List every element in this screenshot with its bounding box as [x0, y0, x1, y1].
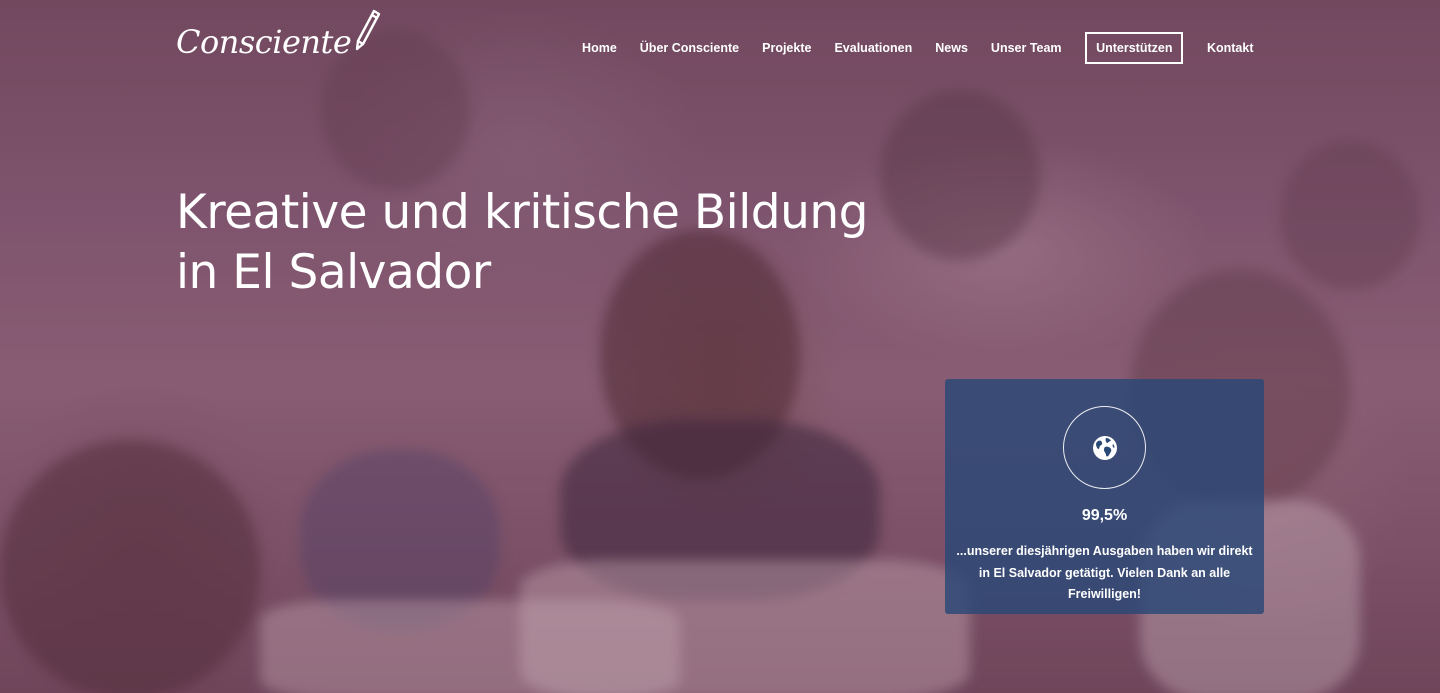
main-nav: Home Über Consciente Projekte Evaluation…: [571, 32, 1265, 64]
nav-item-ueber-consciente[interactable]: Über Consciente: [628, 32, 750, 64]
nav-item-projekte[interactable]: Projekte: [751, 32, 823, 64]
stat-card: 99,5% ...unserer diesjährigen Ausgaben h…: [945, 379, 1264, 614]
globe-icon: [1092, 435, 1117, 460]
nav-item-unterstuetzen[interactable]: Unterstützen: [1085, 32, 1184, 64]
stat-icon-ring: [1063, 406, 1146, 489]
stat-value: 99,5%: [1081, 507, 1128, 524]
stat-description: ...unserer diesjährigen Ausgaben haben w…: [956, 544, 1253, 601]
nav-item-kontakt[interactable]: Kontakt: [1195, 32, 1265, 64]
nav-item-unser-team[interactable]: Unser Team: [979, 32, 1073, 64]
logo-text: Consciente: [176, 23, 352, 61]
hero-headline-line2: in El Salvador: [176, 245, 491, 300]
site-logo[interactable]: Consciente: [176, 6, 381, 62]
pencil-icon: [356, 9, 381, 51]
hero-headline: Kreative und kritische Bildung in El Sal…: [176, 183, 936, 303]
nav-item-home[interactable]: Home: [571, 32, 629, 64]
nav-item-evaluationen[interactable]: Evaluationen: [823, 32, 924, 64]
nav-item-news[interactable]: News: [924, 32, 980, 64]
hero-headline-line1: Kreative und kritische Bildung: [176, 185, 869, 240]
